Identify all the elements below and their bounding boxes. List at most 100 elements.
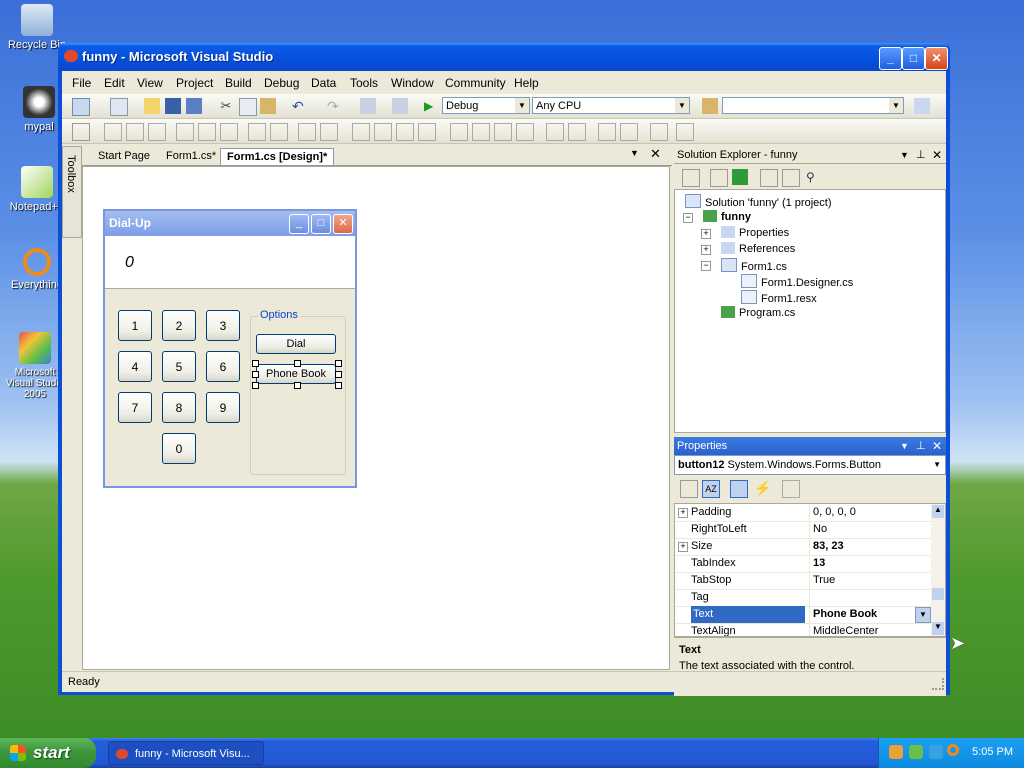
collapse-icon[interactable]: − [683, 213, 693, 223]
properties-view-icon[interactable] [730, 480, 748, 498]
v-spacing-remove-icon[interactable] [516, 123, 534, 141]
view-designer-icon[interactable] [782, 169, 800, 187]
h-spacing-increase-icon[interactable] [374, 123, 392, 141]
save-all-icon[interactable] [186, 98, 202, 114]
start-button[interactable]: start [0, 738, 96, 768]
pane-close-icon[interactable]: ✕ [932, 146, 942, 164]
tree-node-program[interactable]: Program.cs [721, 306, 795, 319]
h-spacing-equal-icon[interactable] [352, 123, 370, 141]
title-bar[interactable]: funny - Microsoft Visual Studio _ □ ✕ [58, 43, 950, 71]
menu-tools[interactable]: Tools [350, 76, 378, 90]
key-9[interactable]: 9 [206, 392, 240, 423]
align-to-grid-icon[interactable] [72, 123, 90, 141]
make-same-height-icon[interactable] [270, 123, 288, 141]
lock-controls-icon[interactable] [676, 123, 694, 141]
tree-node-project[interactable]: funny [703, 210, 751, 223]
tab-order-icon[interactable] [650, 123, 668, 141]
number-display[interactable]: 0 [105, 236, 355, 289]
bring-to-front-icon[interactable] [598, 123, 616, 141]
property-row[interactable]: + Size 83, 23 [675, 538, 931, 556]
center-horizontally-icon[interactable] [546, 123, 564, 141]
clock[interactable]: 5:05 PM [972, 746, 1013, 758]
key-6[interactable]: 6 [206, 351, 240, 382]
expand-icon[interactable]: + [701, 229, 711, 239]
align-rights-icon[interactable] [148, 123, 166, 141]
resize-handle[interactable] [335, 360, 342, 367]
tree-node-references[interactable]: References [721, 242, 795, 255]
align-centers-icon[interactable] [126, 123, 144, 141]
pin-icon[interactable]: ⊥ [916, 437, 926, 455]
h-spacing-remove-icon[interactable] [418, 123, 436, 141]
menu-view[interactable]: View [137, 76, 163, 90]
refresh-icon[interactable] [732, 169, 748, 185]
property-row[interactable]: TextAlign MiddleCenter [675, 623, 931, 636]
h-spacing-decrease-icon[interactable] [396, 123, 414, 141]
pane-dropdown-icon[interactable]: ▼ [900, 146, 909, 164]
tray-icon[interactable] [929, 745, 943, 759]
key-7[interactable]: 7 [118, 392, 152, 423]
tree-node-properties[interactable]: Properties [721, 226, 789, 239]
tree-node-form1-resx[interactable]: Form1.resx [741, 290, 817, 305]
menu-data[interactable]: Data [311, 76, 336, 90]
designed-form[interactable]: Dial-Up _ □ ✕ 0 1 2 3 4 5 6 7 8 9 0 Opti… [103, 209, 357, 488]
new-project-icon[interactable] [72, 98, 90, 116]
pane-close-icon[interactable]: ✕ [932, 437, 942, 455]
property-pages-icon[interactable] [782, 480, 800, 498]
categorized-icon[interactable] [680, 480, 698, 498]
send-to-back-icon[interactable] [620, 123, 638, 141]
key-2[interactable]: 2 [162, 310, 196, 341]
center-vertically-icon[interactable] [568, 123, 586, 141]
tree-node-form1[interactable]: Form1.cs [721, 258, 787, 273]
resize-handle[interactable] [252, 371, 259, 378]
open-file-icon[interactable] [144, 98, 160, 114]
property-row[interactable]: TabIndex 13 [675, 555, 931, 573]
key-1[interactable]: 1 [118, 310, 152, 341]
undo-icon[interactable]: ↶ [292, 98, 308, 114]
property-row[interactable]: TabStop True [675, 572, 931, 590]
everything-tray-icon[interactable] [947, 744, 959, 756]
chevron-down-icon[interactable]: ▼ [915, 607, 931, 623]
object-selector[interactable]: button12 System.Windows.Forms.Button ▼ [674, 455, 946, 475]
menu-edit[interactable]: Edit [104, 76, 125, 90]
tree-node-solution[interactable]: Solution 'funny' (1 project) [685, 194, 832, 209]
pane-dropdown-icon[interactable]: ▼ [900, 437, 909, 455]
save-icon[interactable] [165, 98, 181, 114]
menu-community[interactable]: Community [445, 76, 506, 90]
events-icon[interactable]: ⚡ [754, 480, 771, 496]
resize-handle[interactable] [252, 360, 259, 367]
close-button[interactable]: ✕ [925, 47, 948, 70]
tree-node-form1-designer[interactable]: Form1.Designer.cs [741, 274, 853, 289]
resize-handle[interactable] [294, 382, 301, 389]
tray-icon[interactable] [889, 745, 903, 759]
scroll-down-icon[interactable]: ▼ [932, 622, 944, 635]
properties-icon[interactable] [682, 169, 700, 187]
menu-help[interactable]: Help [514, 76, 539, 90]
property-row[interactable]: RightToLeft No [675, 521, 931, 539]
configuration-combo[interactable]: Debug ▼ [442, 97, 530, 114]
key-8[interactable]: 8 [162, 392, 196, 423]
close-tab-icon[interactable]: ✕ [650, 146, 661, 162]
copy-icon[interactable] [239, 98, 257, 116]
tab-dropdown-icon[interactable]: ▼ [630, 148, 639, 158]
tab-form1-cs[interactable]: Form1.cs* [160, 148, 222, 164]
platform-combo[interactable]: Any CPU ▼ [532, 97, 690, 114]
property-grid-scrollbar[interactable]: ▲ ▼ [931, 504, 945, 636]
resize-handle[interactable] [335, 382, 342, 389]
dial-button[interactable]: Dial [256, 334, 336, 354]
show-all-files-icon[interactable] [710, 169, 728, 187]
make-same-width-icon[interactable] [248, 123, 266, 141]
navigate-forward-icon[interactable] [392, 98, 408, 114]
find-in-files-icon[interactable] [702, 98, 718, 114]
toolbox-tab[interactable]: Toolbox [62, 146, 82, 238]
resize-grip-icon[interactable] [932, 678, 944, 690]
scroll-up-icon[interactable]: ▲ [932, 505, 944, 518]
resize-handle[interactable] [294, 360, 301, 367]
navigate-back-icon[interactable] [360, 98, 376, 114]
solution-explorer-icon[interactable] [914, 98, 930, 114]
paste-icon[interactable] [260, 98, 276, 114]
property-row-selected[interactable]: Text Phone Book ▼ [675, 606, 931, 624]
find-combo[interactable]: ▼ [722, 97, 904, 114]
alphabetical-icon[interactable]: AZ [702, 480, 720, 498]
phone-book-button[interactable]: Phone Book [256, 364, 336, 384]
menu-project[interactable]: Project [176, 76, 213, 90]
